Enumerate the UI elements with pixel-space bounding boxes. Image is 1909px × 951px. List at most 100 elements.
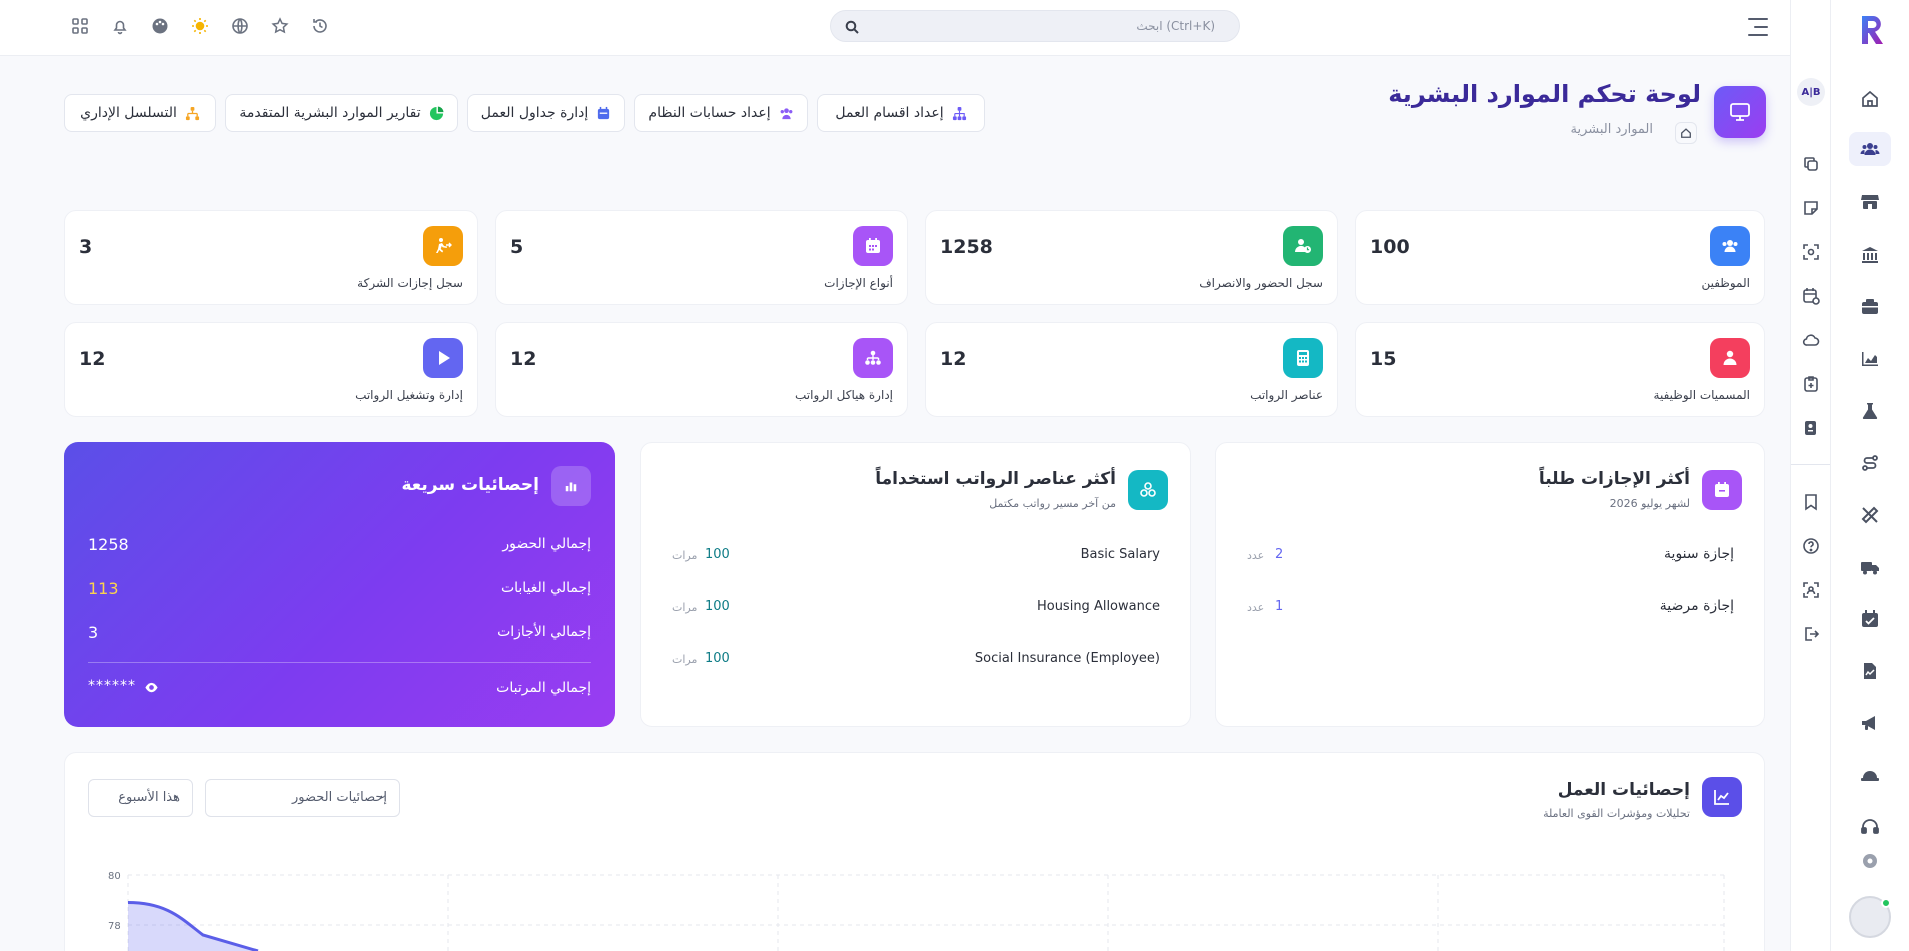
stat-card-employees[interactable]: الموظفين 100	[1355, 210, 1765, 305]
leave-row-value: 1	[1275, 599, 1284, 614]
breadcrumb-home-icon[interactable]	[1675, 122, 1697, 144]
star-icon[interactable]	[268, 14, 292, 38]
quick-stat-value: 1258	[88, 535, 129, 554]
sidebar-item-home[interactable]	[1849, 82, 1891, 116]
sidebar-item-hr[interactable]	[1849, 132, 1891, 166]
stat-card-company-leaves[interactable]: سجل إجازات الشركة 3	[64, 210, 478, 305]
leave-row-unit: عدد	[1247, 549, 1265, 562]
top-bar: ابحث (Ctrl+K)	[0, 0, 1790, 56]
bell-icon[interactable]	[108, 14, 132, 38]
search-icon	[845, 20, 859, 34]
secondary-rail: A|B	[1790, 0, 1831, 951]
apps-icon[interactable]	[68, 14, 92, 38]
manage-schedules-label: إدارة جداول العمل	[480, 105, 589, 121]
salary-item-label: Basic Salary	[1080, 547, 1160, 562]
face-scan-icon[interactable]	[1797, 576, 1825, 604]
org-hierarchy-label: التسلسل الإداري	[80, 105, 177, 121]
main-sidebar	[1830, 0, 1909, 951]
attendance-chart: 807876	[108, 871, 1725, 951]
sun-icon[interactable]	[188, 14, 212, 38]
history-icon[interactable]	[308, 14, 332, 38]
sidebar-item-bank[interactable]	[1849, 238, 1891, 272]
stat-card-salary-items[interactable]: عناصر الرواتب 12	[925, 322, 1338, 417]
sidebar-item-calendar[interactable]	[1849, 602, 1891, 636]
stat-value: 12	[940, 348, 967, 370]
menu-toggle-icon[interactable]	[1742, 14, 1768, 40]
sidebar-item-tools[interactable]	[1849, 498, 1891, 532]
sidebar-item-projects[interactable]	[1849, 758, 1891, 792]
avatar[interactable]	[1849, 896, 1891, 938]
palette-icon[interactable]	[148, 14, 172, 38]
headset-icon	[1861, 819, 1879, 834]
users-icon	[1860, 143, 1880, 155]
bookmark-icon[interactable]	[1797, 488, 1825, 516]
sidebar-item-shipping[interactable]	[1849, 550, 1891, 584]
sidebar-item-marketing[interactable]	[1849, 706, 1891, 740]
globe-icon[interactable]	[228, 14, 252, 38]
period-select[interactable]: هذا الأسبوع ⌄	[88, 779, 193, 817]
setup-departments-button[interactable]: إعداد اقسام العمل	[817, 94, 985, 132]
user-tie-icon	[1710, 338, 1750, 378]
user-clock-icon	[1283, 226, 1323, 266]
stat-label: إدارة هياكل الرواتب	[795, 388, 893, 402]
quick-stat-label: إجمالي الغيابات	[500, 580, 591, 596]
most-requested-leaves-panel: أكثر الإجازات طلباً لشهر يوليو 2026 إجاز…	[1215, 442, 1765, 727]
sidebar-item-lab[interactable]	[1849, 394, 1891, 428]
panel-title: إحصائيات العمل	[1557, 780, 1690, 800]
cloud-icon[interactable]	[1797, 326, 1825, 354]
page-header-icon	[1714, 86, 1766, 138]
calendar-clock-icon[interactable]	[1797, 282, 1825, 310]
breadcrumb[interactable]: الموارد البشرية	[1571, 122, 1653, 137]
bank-icon	[1862, 247, 1878, 263]
flask-icon	[1862, 403, 1878, 420]
stat-card-attendance[interactable]: سجل الحضور والانصراف 1258	[925, 210, 1338, 305]
language-toggle[interactable]: A|B	[1797, 78, 1825, 106]
app-logo[interactable]	[1857, 12, 1887, 48]
setup-system-accounts-button[interactable]: إعداد حسابات النظام	[634, 94, 808, 132]
eye-icon[interactable]	[142, 678, 160, 696]
stat-card-job-titles[interactable]: المسميات الوظيفية 15	[1355, 322, 1765, 417]
line-chart-icon	[1702, 777, 1742, 817]
y-tick-label: 80	[108, 871, 121, 882]
sidebar-item-store[interactable]	[1849, 185, 1891, 219]
logout-icon[interactable]	[1797, 620, 1825, 648]
salary-item-value: 100	[705, 547, 730, 562]
scan-icon[interactable]	[1797, 238, 1825, 266]
calendar-icon	[853, 226, 893, 266]
stats-type-select[interactable]: إحصائيات الحضور ⌄	[205, 779, 400, 817]
org-hierarchy-button[interactable]: التسلسل الإداري	[64, 94, 216, 132]
manage-schedules-button[interactable]: إدارة جداول العمل	[467, 94, 625, 132]
sidebar-item-routes[interactable]	[1849, 446, 1891, 480]
calendar-icon	[598, 106, 610, 119]
sidebar-item-support[interactable]	[1849, 810, 1891, 844]
copy-icon[interactable]	[1797, 150, 1825, 178]
calendar-icon	[1702, 470, 1742, 510]
search-input[interactable]: ابحث (Ctrl+K)	[830, 10, 1240, 42]
quick-stat-value: 113	[88, 579, 119, 598]
id-card-icon[interactable]	[1797, 414, 1825, 442]
leave-row-label: إجازة مرضية	[1659, 598, 1734, 614]
route-icon	[1862, 455, 1878, 471]
help-icon[interactable]	[1797, 532, 1825, 560]
leave-row-unit: عدد	[1247, 601, 1265, 614]
salary-item-label: Social Insurance (Employee)	[974, 651, 1160, 666]
clipboard-plus-icon[interactable]	[1797, 370, 1825, 398]
stat-value: 3	[79, 236, 93, 258]
stat-card-payroll-run[interactable]: إدارة وتشغيل الرواتب 12	[64, 322, 478, 417]
sidebar-item-inventory[interactable]	[1849, 290, 1891, 324]
sticky-note-icon[interactable]	[1797, 194, 1825, 222]
quick-stat-label: إجمالي الحضور	[502, 536, 591, 552]
sidebar-item-settings[interactable]	[1849, 844, 1891, 878]
salaries-masked-value: ******	[88, 678, 136, 694]
stat-label: المسميات الوظيفية	[1653, 388, 1750, 402]
stat-card-salary-structures[interactable]: إدارة هياكل الرواتب 12	[495, 322, 908, 417]
stat-label: سجل الحضور والانصراف	[1199, 276, 1323, 290]
sidebar-item-analytics[interactable]	[1849, 342, 1891, 376]
y-tick-label: 78	[108, 921, 121, 932]
stat-card-leave-types[interactable]: أنواع الإجازات 5	[495, 210, 908, 305]
search-placeholder: ابحث (Ctrl+K)	[1136, 19, 1215, 33]
advanced-hr-reports-button[interactable]: تقارير الموارد البشرية المتقدمة	[225, 94, 458, 132]
sidebar-item-reports[interactable]	[1849, 654, 1891, 688]
quick-stat-label: إجمالي الأجازات	[497, 624, 591, 640]
store-icon	[1861, 195, 1879, 209]
